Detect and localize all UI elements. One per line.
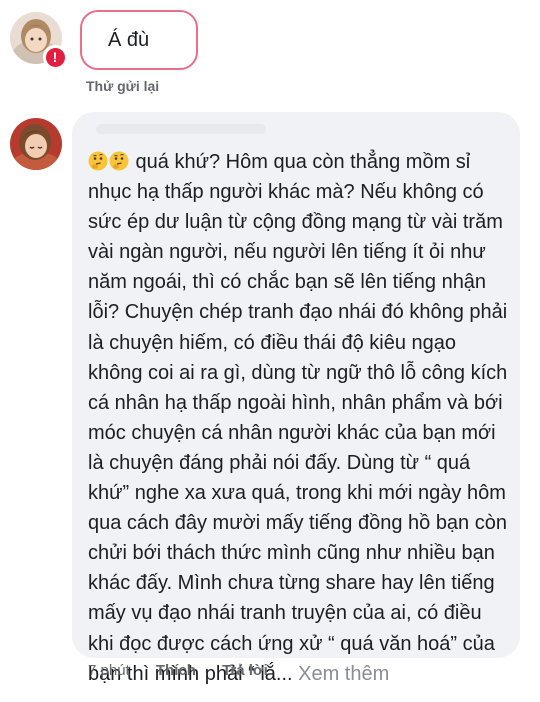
comment-text: quá khứ? Hôm qua còn thẳng mồm sỉ nhục h… — [88, 147, 510, 689]
comment-bubble: quá khứ? Hôm qua còn thẳng mồm sỉ nhục h… — [72, 112, 520, 685]
commenter-avatar[interactable] — [10, 118, 62, 170]
failed-message-bubble[interactable]: Á đù — [80, 10, 198, 70]
comment-body-text: quá khứ? Hôm qua còn thẳng mồm sỉ nhục h… — [88, 151, 508, 685]
comment-actions: 7 phút Thích Trả lời — [88, 662, 268, 679]
comment-author-name[interactable] — [96, 124, 266, 134]
thinking-face-icon — [88, 151, 108, 171]
failed-message-text: Á đù — [108, 29, 150, 51]
reply-button[interactable]: Trả lời — [222, 662, 268, 679]
exclamation-icon: ! — [45, 47, 65, 67]
thinking-face-icon — [109, 151, 129, 171]
like-button[interactable]: Thích — [156, 662, 196, 679]
see-more-link[interactable]: Xem thêm — [293, 663, 389, 685]
comment-timestamp[interactable]: 7 phút — [88, 662, 130, 679]
send-failed-badge: ! — [43, 45, 67, 69]
retry-send-link[interactable]: Thử gửi lại — [86, 78, 159, 94]
